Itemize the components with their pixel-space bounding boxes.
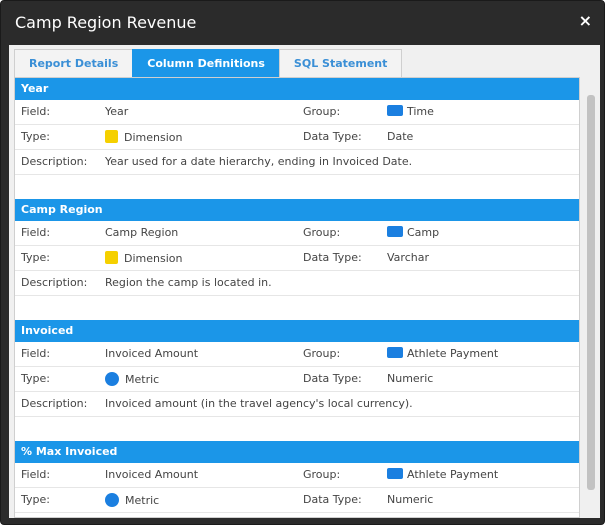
vertical-scrollbar[interactable] bbox=[585, 77, 597, 518]
group-name: Athlete Payment bbox=[407, 347, 499, 360]
folder-icon bbox=[387, 105, 403, 116]
description-value: Region the camp is located in. bbox=[105, 276, 272, 289]
group-name: Time bbox=[407, 105, 434, 118]
description-label: Description: bbox=[21, 397, 88, 410]
scrollbar-thumb[interactable] bbox=[587, 95, 595, 490]
type-value: Dimension bbox=[105, 251, 182, 265]
type-label: Type: bbox=[21, 130, 50, 143]
group-label: Group: bbox=[303, 105, 341, 118]
field-row: Field: Year Group: Time bbox=[15, 100, 579, 125]
group-name: Athlete Payment bbox=[407, 468, 499, 481]
metric-circle-icon bbox=[105, 493, 119, 507]
column-section-invoiced: Invoiced Field: Invoiced Amount Group: A… bbox=[15, 320, 579, 417]
description-label: Description: bbox=[21, 155, 88, 168]
description-value: Year used for a date hierarchy, ending i… bbox=[105, 155, 413, 168]
type-name: Metric bbox=[125, 494, 160, 507]
data-type-value: Numeric bbox=[387, 372, 434, 385]
field-value: Invoiced Amount bbox=[105, 468, 199, 481]
tab-column-definitions[interactable]: Column Definitions bbox=[132, 49, 280, 77]
field-row: Field: Camp Region Group: Camp bbox=[15, 221, 579, 246]
column-section-max-invoiced: % Max Invoiced Field: Invoiced Amount Gr… bbox=[15, 441, 579, 513]
data-type-label: Data Type: bbox=[303, 372, 362, 385]
folder-icon bbox=[387, 226, 403, 237]
column-section-camp-region: Camp Region Field: Camp Region Group: Ca… bbox=[15, 199, 579, 296]
group-value: Athlete Payment bbox=[387, 468, 498, 481]
type-value: Dimension bbox=[105, 130, 182, 144]
tab-report-details[interactable]: Report Details bbox=[14, 49, 134, 77]
field-row: Field: Invoiced Amount Group: Athlete Pa… bbox=[15, 342, 579, 367]
section-header: Camp Region bbox=[15, 199, 579, 221]
tab-sql-statement[interactable]: SQL Statement bbox=[278, 49, 403, 77]
column-section-year: Year Field: Year Group: Time Type: Dimen… bbox=[15, 78, 579, 175]
group-name: Camp bbox=[407, 226, 440, 239]
field-label: Field: bbox=[21, 226, 51, 239]
data-type-value: Varchar bbox=[387, 251, 429, 264]
field-value: Invoiced Amount bbox=[105, 347, 199, 360]
field-value: Camp Region bbox=[105, 226, 179, 239]
data-type-label: Data Type: bbox=[303, 251, 362, 264]
group-value: Camp bbox=[387, 226, 439, 239]
group-value: Time bbox=[387, 105, 434, 118]
dialog-body: Report Details Column Definitions SQL St… bbox=[9, 45, 600, 518]
type-row: Type: Metric Data Type: Numeric bbox=[15, 488, 579, 513]
data-type-label: Data Type: bbox=[303, 130, 362, 143]
section-header: Year bbox=[15, 78, 579, 100]
type-name: Dimension bbox=[124, 131, 183, 144]
type-row: Type: Dimension Data Type: Date bbox=[15, 125, 579, 150]
column-definitions-panel: Year Field: Year Group: Time Type: Dimen… bbox=[14, 77, 580, 518]
description-label: Description: bbox=[21, 276, 88, 289]
field-value: Year bbox=[105, 105, 129, 118]
field-label: Field: bbox=[21, 105, 51, 118]
description-row: Description: Year used for a date hierar… bbox=[15, 150, 579, 175]
type-name: Dimension bbox=[124, 252, 183, 265]
type-row: Type: Metric Data Type: Numeric bbox=[15, 367, 579, 392]
section-header: % Max Invoiced bbox=[15, 441, 579, 463]
column-definitions-dialog: Camp Region Revenue × Report Details Col… bbox=[0, 0, 605, 525]
group-value: Athlete Payment bbox=[387, 347, 498, 360]
dimension-square-icon bbox=[105, 251, 118, 264]
type-label: Type: bbox=[21, 493, 50, 506]
field-label: Field: bbox=[21, 468, 51, 481]
group-label: Group: bbox=[303, 226, 341, 239]
data-type-label: Data Type: bbox=[303, 493, 362, 506]
field-row: Field: Invoiced Amount Group: Athlete Pa… bbox=[15, 463, 579, 488]
group-label: Group: bbox=[303, 468, 341, 481]
group-label: Group: bbox=[303, 347, 341, 360]
type-name: Metric bbox=[125, 373, 160, 386]
close-icon[interactable]: × bbox=[579, 11, 592, 30]
data-type-value: Date bbox=[387, 130, 414, 143]
field-label: Field: bbox=[21, 347, 51, 360]
folder-icon bbox=[387, 347, 403, 358]
type-value: Metric bbox=[105, 493, 159, 507]
type-label: Type: bbox=[21, 372, 50, 385]
dialog-title: Camp Region Revenue bbox=[15, 13, 197, 32]
description-value: Invoiced amount (in the travel agency's … bbox=[105, 397, 413, 410]
metric-circle-icon bbox=[105, 372, 119, 386]
tab-bar: Report Details Column Definitions SQL St… bbox=[14, 49, 403, 77]
dimension-square-icon bbox=[105, 130, 118, 143]
folder-icon bbox=[387, 468, 403, 479]
dialog-titlebar: Camp Region Revenue × bbox=[1, 1, 604, 45]
description-row: Description: Invoiced amount (in the tra… bbox=[15, 392, 579, 417]
type-value: Metric bbox=[105, 372, 159, 386]
section-header: Invoiced bbox=[15, 320, 579, 342]
description-row: Description: Region the camp is located … bbox=[15, 271, 579, 296]
data-type-value: Numeric bbox=[387, 493, 434, 506]
type-label: Type: bbox=[21, 251, 50, 264]
type-row: Type: Dimension Data Type: Varchar bbox=[15, 246, 579, 271]
